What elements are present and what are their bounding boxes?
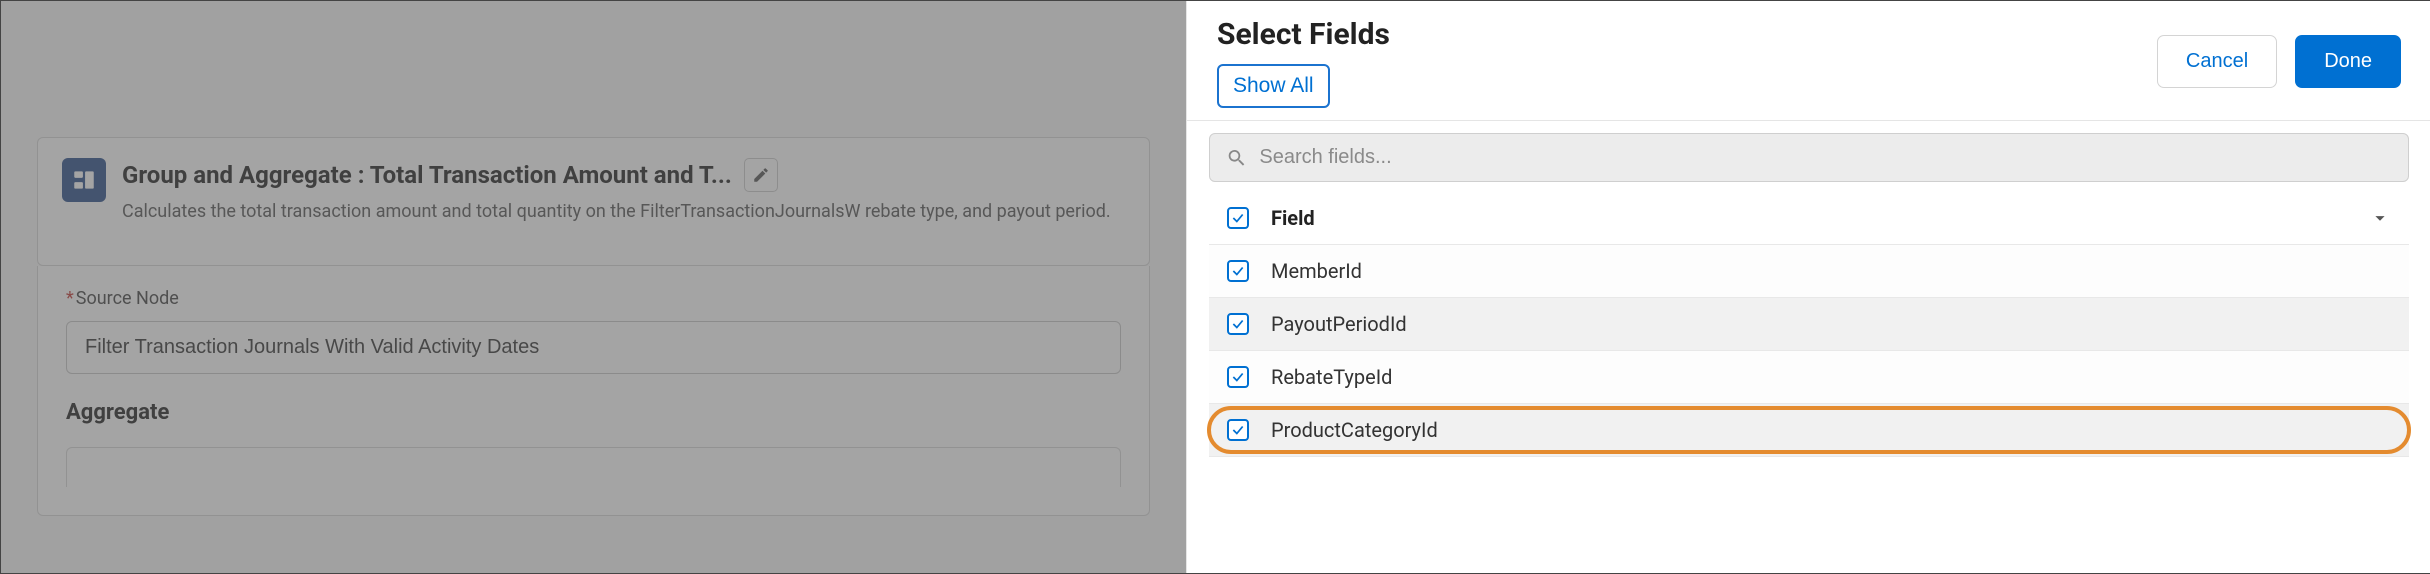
field-row-rebatetypeid[interactable]: RebateTypeId (1209, 351, 2409, 404)
select-fields-panel: Select Fields Show All Cancel Done Field… (1186, 1, 2430, 573)
fields-table: Field MemberId PayoutPeriodId RebateType… (1187, 192, 2430, 457)
field-checkbox[interactable] (1227, 313, 1249, 335)
search-icon (1226, 147, 1247, 169)
show-all-button[interactable]: Show All (1217, 64, 1330, 108)
field-label: MemberId (1271, 259, 2391, 283)
field-label: PayoutPeriodId (1271, 312, 2391, 336)
field-row-productcategoryid[interactable]: ProductCategoryId (1209, 404, 2409, 457)
chevron-down-icon[interactable] (2369, 207, 2391, 229)
select-all-checkbox[interactable] (1227, 207, 1249, 229)
field-checkbox[interactable] (1227, 260, 1249, 282)
cancel-button[interactable]: Cancel (2157, 35, 2277, 88)
field-header-row[interactable]: Field (1209, 192, 2409, 245)
modal-overlay (1, 1, 1186, 573)
field-label: RebateTypeId (1271, 365, 2391, 389)
field-label: ProductCategoryId (1271, 418, 2391, 442)
search-input[interactable] (1259, 146, 2392, 169)
field-checkbox[interactable] (1227, 419, 1249, 441)
field-row-payoutperiodid[interactable]: PayoutPeriodId (1209, 298, 2409, 351)
field-checkbox[interactable] (1227, 366, 1249, 388)
field-row-memberid[interactable]: MemberId (1209, 245, 2409, 298)
done-button[interactable]: Done (2295, 35, 2401, 88)
panel-title: Select Fields (1217, 17, 1390, 52)
field-column-header: Field (1271, 206, 2347, 230)
search-field-wrapper[interactable] (1209, 133, 2409, 182)
